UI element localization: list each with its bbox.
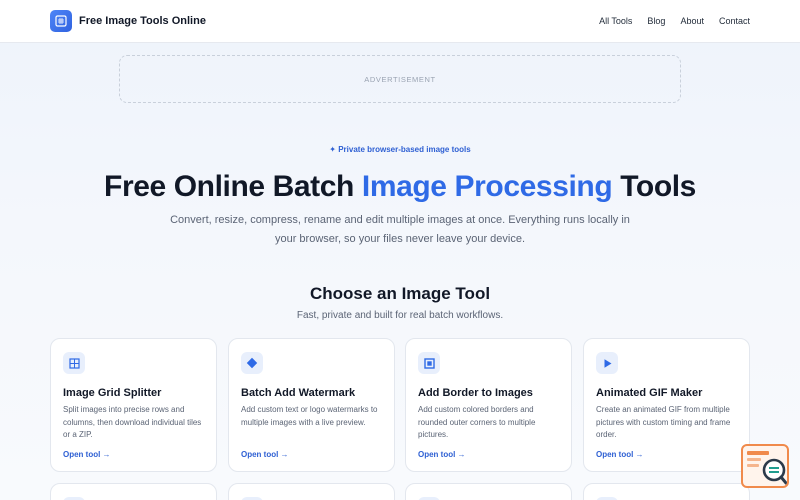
square-frame-icon (418, 352, 440, 374)
open-tool-link[interactable]: Open tool → (418, 450, 466, 459)
logo-icon[interactable] (50, 10, 72, 32)
card-title: Image Grid Splitter (63, 387, 162, 399)
tool-card-partial[interactable] (50, 483, 217, 500)
section-title: Choose an Image Tool (309, 284, 491, 303)
diamond-icon (241, 352, 263, 374)
tool-card-gif-maker[interactable]: Animated GIF Maker Create an animated GI… (583, 338, 750, 472)
tool-card-partial[interactable] (405, 483, 572, 500)
advertisement-label: ADVERTISEMENT (364, 74, 436, 84)
hero-title-highlight: Image Processing (361, 170, 613, 203)
hero-title-post: Tools (612, 170, 696, 203)
card-description: Split images into precise rows and colum… (63, 405, 202, 439)
card-description: Add custom text or logo watermarks to mu… (241, 405, 378, 427)
open-tool-link[interactable]: Open tool → (241, 450, 289, 459)
card-title: Batch Add Watermark (241, 387, 356, 399)
floating-search-widget[interactable] (741, 444, 789, 488)
tool-card-border[interactable]: Add Border to Images Add custom colored … (405, 338, 572, 472)
advertisement-slot[interactable]: ADVERTISEMENT (119, 55, 681, 103)
nav-link-about[interactable]: About (680, 16, 704, 26)
nav-link-contact[interactable]: Contact (719, 16, 750, 26)
tool-card-watermark[interactable]: Batch Add Watermark Add custom text or l… (228, 338, 395, 472)
open-tool-link[interactable]: Open tool → (596, 450, 644, 459)
site-header: Free Image Tools Online All Tools Blog A… (0, 0, 800, 43)
magnifier-document-icon (747, 451, 787, 485)
main-nav: All Tools Blog About Contact (599, 16, 750, 26)
card-description: Add custom colored borders and rounded o… (418, 405, 536, 439)
tool-card-grid-splitter[interactable]: Image Grid Splitter Split images into pr… (50, 338, 217, 472)
nav-link-blog[interactable]: Blog (647, 16, 665, 26)
grid-icon (63, 352, 85, 374)
card-title: Add Border to Images (418, 387, 533, 399)
hero-title-pre: Free Online Batch (104, 170, 362, 203)
card-title: Animated GIF Maker (596, 387, 703, 399)
hero-subtitle: Convert, resize, compress, rename and ed… (170, 214, 630, 245)
play-icon (596, 352, 618, 374)
open-tool-link[interactable]: Open tool → (63, 450, 111, 459)
hero-badge: ✦ Private browser-based image tools (329, 145, 471, 154)
tool-card-partial[interactable] (583, 483, 750, 500)
nav-link-all-tools[interactable]: All Tools (599, 16, 632, 26)
brand-name[interactable]: Free Image Tools Online (79, 15, 206, 27)
section-subtitle: Fast, private and built for real batch w… (296, 310, 504, 321)
hero-title: Free Online Batch Image Processing Tools (0, 170, 800, 204)
card-description: Create an animated GIF from multiple pic… (596, 405, 731, 439)
tool-card-partial[interactable] (228, 483, 395, 500)
